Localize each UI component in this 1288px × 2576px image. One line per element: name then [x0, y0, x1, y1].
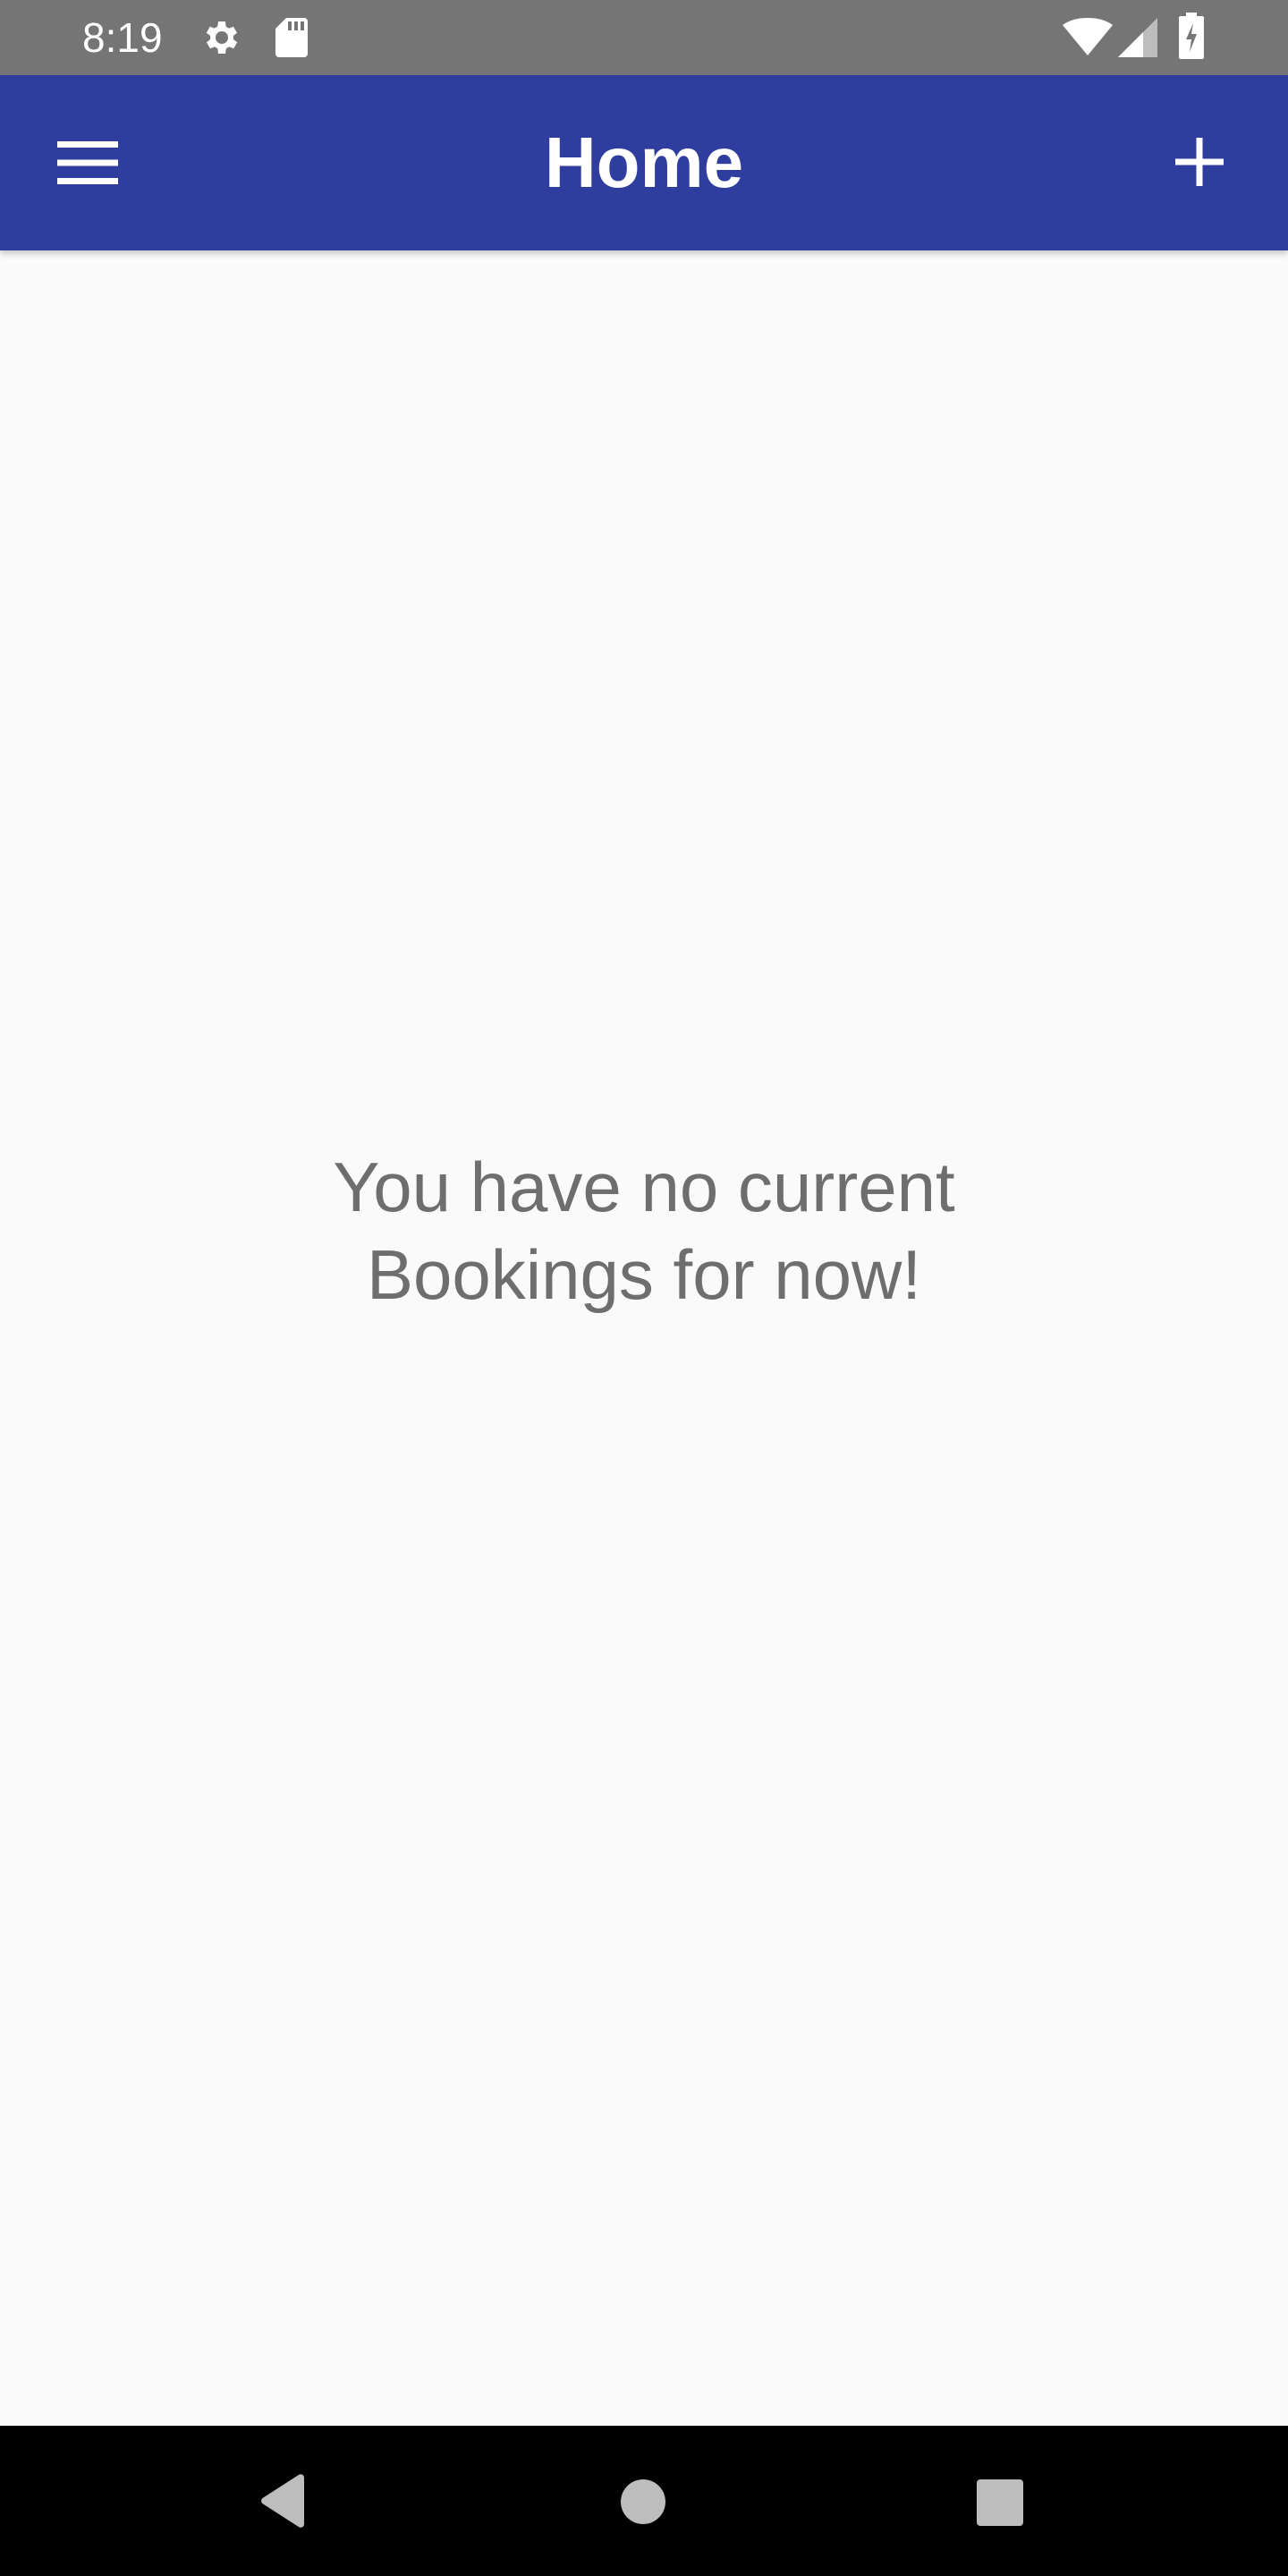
recents-icon[interactable] [977, 2479, 1023, 2526]
battery-charging-icon [1179, 13, 1204, 59]
empty-state-line-2: Bookings for now! [366, 1235, 921, 1314]
gear-icon [206, 21, 238, 54]
wifi-icon [1063, 18, 1113, 55]
status-bar: 8:19 [0, 0, 1288, 75]
screen: 8:19 Home You have no current Bookings f… [0, 0, 1288, 2576]
page-title: Home [544, 123, 744, 202]
sd-card-icon [275, 18, 308, 57]
plus-icon[interactable] [1175, 138, 1224, 186]
home-icon[interactable] [621, 2479, 665, 2524]
cell-signal-icon [1118, 18, 1157, 57]
empty-state-line-1: You have no current [333, 1148, 955, 1226]
empty-state-message: You have no current Bookings for now! [0, 1143, 1288, 1318]
status-time: 8:19 [82, 14, 163, 61]
back-icon[interactable] [259, 2474, 308, 2528]
app-bar: Home [0, 75, 1288, 250]
navigation-bar [0, 2426, 1288, 2576]
